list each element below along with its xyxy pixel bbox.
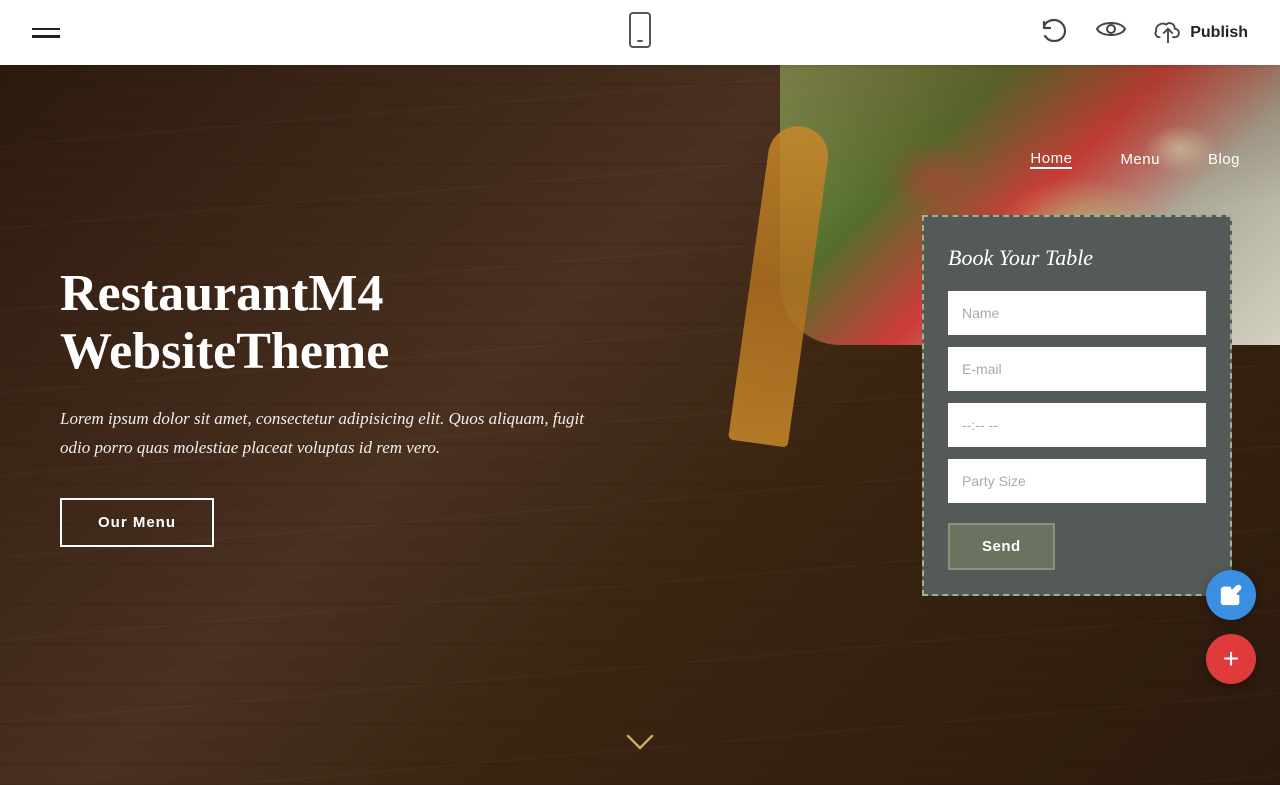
publish-label: Publish xyxy=(1190,24,1248,42)
booking-card: Book Your Table Send xyxy=(922,215,1232,596)
phone-device-icon[interactable] xyxy=(629,12,651,48)
party-size-input[interactable] xyxy=(948,459,1206,503)
add-fab-button[interactable]: + xyxy=(1206,634,1256,684)
hero-nav: Home Menu Blog xyxy=(580,130,1280,189)
send-button[interactable]: Send xyxy=(948,523,1055,570)
topbar-left xyxy=(32,28,60,38)
nav-item-blog[interactable]: Blog xyxy=(1208,151,1240,168)
preview-button[interactable] xyxy=(1096,17,1126,48)
plus-icon: + xyxy=(1223,643,1239,675)
time-input[interactable] xyxy=(948,403,1206,447)
our-menu-button[interactable]: Our Menu xyxy=(60,498,214,547)
hero-title: RestaurantM4 WebsiteTheme xyxy=(60,265,600,381)
nav-item-menu[interactable]: Menu xyxy=(1120,151,1160,168)
hero-description: Lorem ipsum dolor sit amet, consectetur … xyxy=(60,405,600,461)
edit-fab-button[interactable] xyxy=(1206,570,1256,620)
email-input[interactable] xyxy=(948,347,1206,391)
nav-item-home[interactable]: Home xyxy=(1030,150,1072,169)
scroll-down-chevron[interactable] xyxy=(625,731,655,757)
topbar: Publish xyxy=(0,0,1280,65)
hamburger-icon[interactable] xyxy=(32,28,60,38)
topbar-center xyxy=(629,12,651,53)
booking-title: Book Your Table xyxy=(948,245,1206,271)
undo-button[interactable] xyxy=(1040,18,1068,48)
topbar-right: Publish xyxy=(1040,17,1248,48)
name-input[interactable] xyxy=(948,291,1206,335)
hero-content: RestaurantM4 WebsiteTheme Lorem ipsum do… xyxy=(60,265,600,547)
publish-button[interactable]: Publish xyxy=(1154,22,1248,44)
hero-section: Home Menu Blog RestaurantM4 WebsiteTheme… xyxy=(0,65,1280,785)
